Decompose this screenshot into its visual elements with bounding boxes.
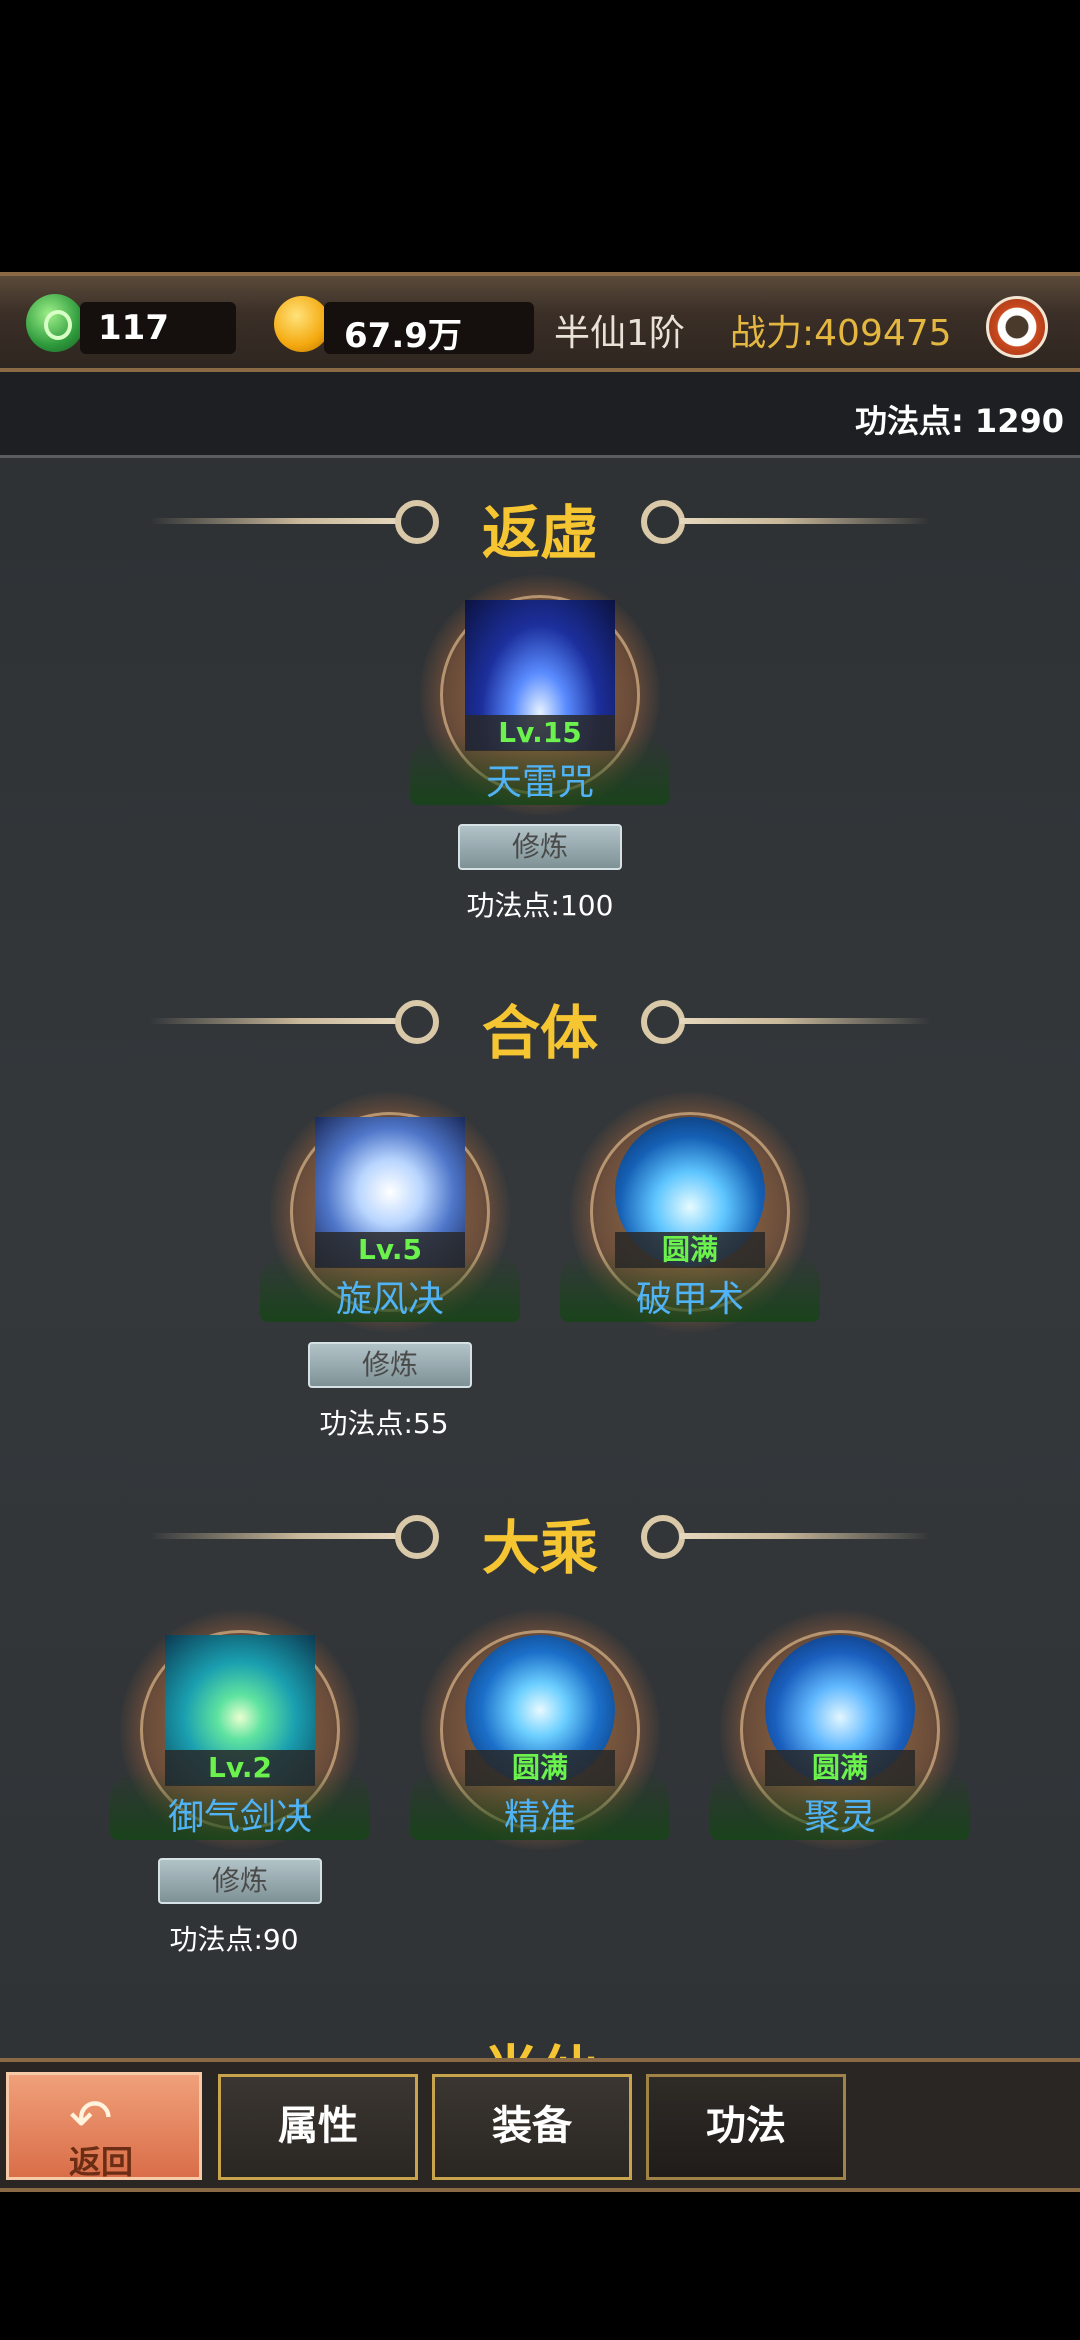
cultivation-rank: 半仙1阶 [554, 313, 685, 354]
skill-points-bar: 功法点: 1290 [0, 372, 1080, 458]
section-header: 合体 [0, 980, 1080, 1067]
section-title: 大乘 [481, 1514, 598, 1582]
tab-equipment[interactable]: 装备 [432, 2074, 632, 2180]
skill-slot[interactable]: Lv.2 御气剑决 [110, 1610, 370, 1850]
resource-bar: 117 67.9万 半仙1阶 战力:409475 [0, 272, 1080, 372]
section-header: 返虚 [0, 480, 1080, 567]
skill-level: 圆满 [615, 1232, 765, 1268]
skill-level: Lv.2 [165, 1750, 315, 1786]
skill-level: 圆满 [765, 1750, 915, 1786]
skill-level: 圆满 [465, 1750, 615, 1786]
skill-slot[interactable]: 圆满 破甲术 [560, 1092, 820, 1332]
combat-power: 战力:409475 [730, 313, 952, 354]
cloud-ornament-icon [641, 1515, 685, 1559]
train-button[interactable]: 修炼 [458, 824, 622, 870]
jade-icon [26, 294, 84, 352]
skill-name: 精准 [503, 1797, 576, 1838]
gold-amount: 67.9万 [344, 316, 462, 356]
skill-cost: 功法点:100 [466, 889, 614, 922]
section-title: 合体 [481, 999, 598, 1067]
train-button[interactable]: 修炼 [158, 1858, 322, 1904]
skill-name: 聚灵 [803, 1797, 876, 1838]
bottom-nav: ↶ 返回 属性 装备 功法 [0, 2058, 1080, 2192]
back-button[interactable]: ↶ 返回 [6, 2072, 202, 2181]
skill-level: Lv.15 [465, 715, 615, 751]
next-section-title: 半仙 [0, 2026, 1080, 2060]
gold-counter: 67.9万 [324, 302, 534, 356]
jade-counter: 117 [80, 302, 236, 354]
jade-count: 117 [98, 308, 169, 348]
back-label: 返回 [69, 2143, 134, 2181]
gold-coin-icon [274, 296, 330, 352]
skill-cost: 功法点:55 [319, 1407, 449, 1440]
tab-skills[interactable]: 功法 [646, 2074, 846, 2180]
section-header: 大乘 [0, 1495, 1080, 1582]
skill-slot[interactable]: 圆满 精准 [410, 1610, 670, 1850]
settings-gear-icon[interactable] [986, 296, 1048, 358]
skill-slot[interactable]: Lv.5 旋风决 [260, 1092, 520, 1332]
divider-right [680, 1018, 930, 1024]
cloud-ornament-icon [641, 1000, 685, 1044]
cloud-ornament-icon [641, 500, 685, 544]
train-button[interactable]: 修炼 [308, 1342, 472, 1388]
skill-slot[interactable]: Lv.15 天雷咒 [410, 575, 670, 815]
skill-name: 破甲术 [635, 1279, 744, 1320]
section-title: 返虚 [481, 499, 598, 567]
skill-level: Lv.5 [315, 1232, 465, 1268]
divider-right [680, 1533, 930, 1539]
skill-name: 旋风决 [335, 1279, 444, 1320]
skill-slot[interactable]: 圆满 聚灵 [710, 1610, 970, 1850]
divider-right [680, 518, 930, 524]
skill-points: 功法点: 1290 [854, 402, 1064, 440]
skill-name: 御气剑决 [167, 1797, 312, 1838]
tab-attributes[interactable]: 属性 [218, 2074, 418, 2180]
skill-cost: 功法点:90 [169, 1923, 299, 1956]
skill-name: 天雷咒 [485, 762, 594, 803]
